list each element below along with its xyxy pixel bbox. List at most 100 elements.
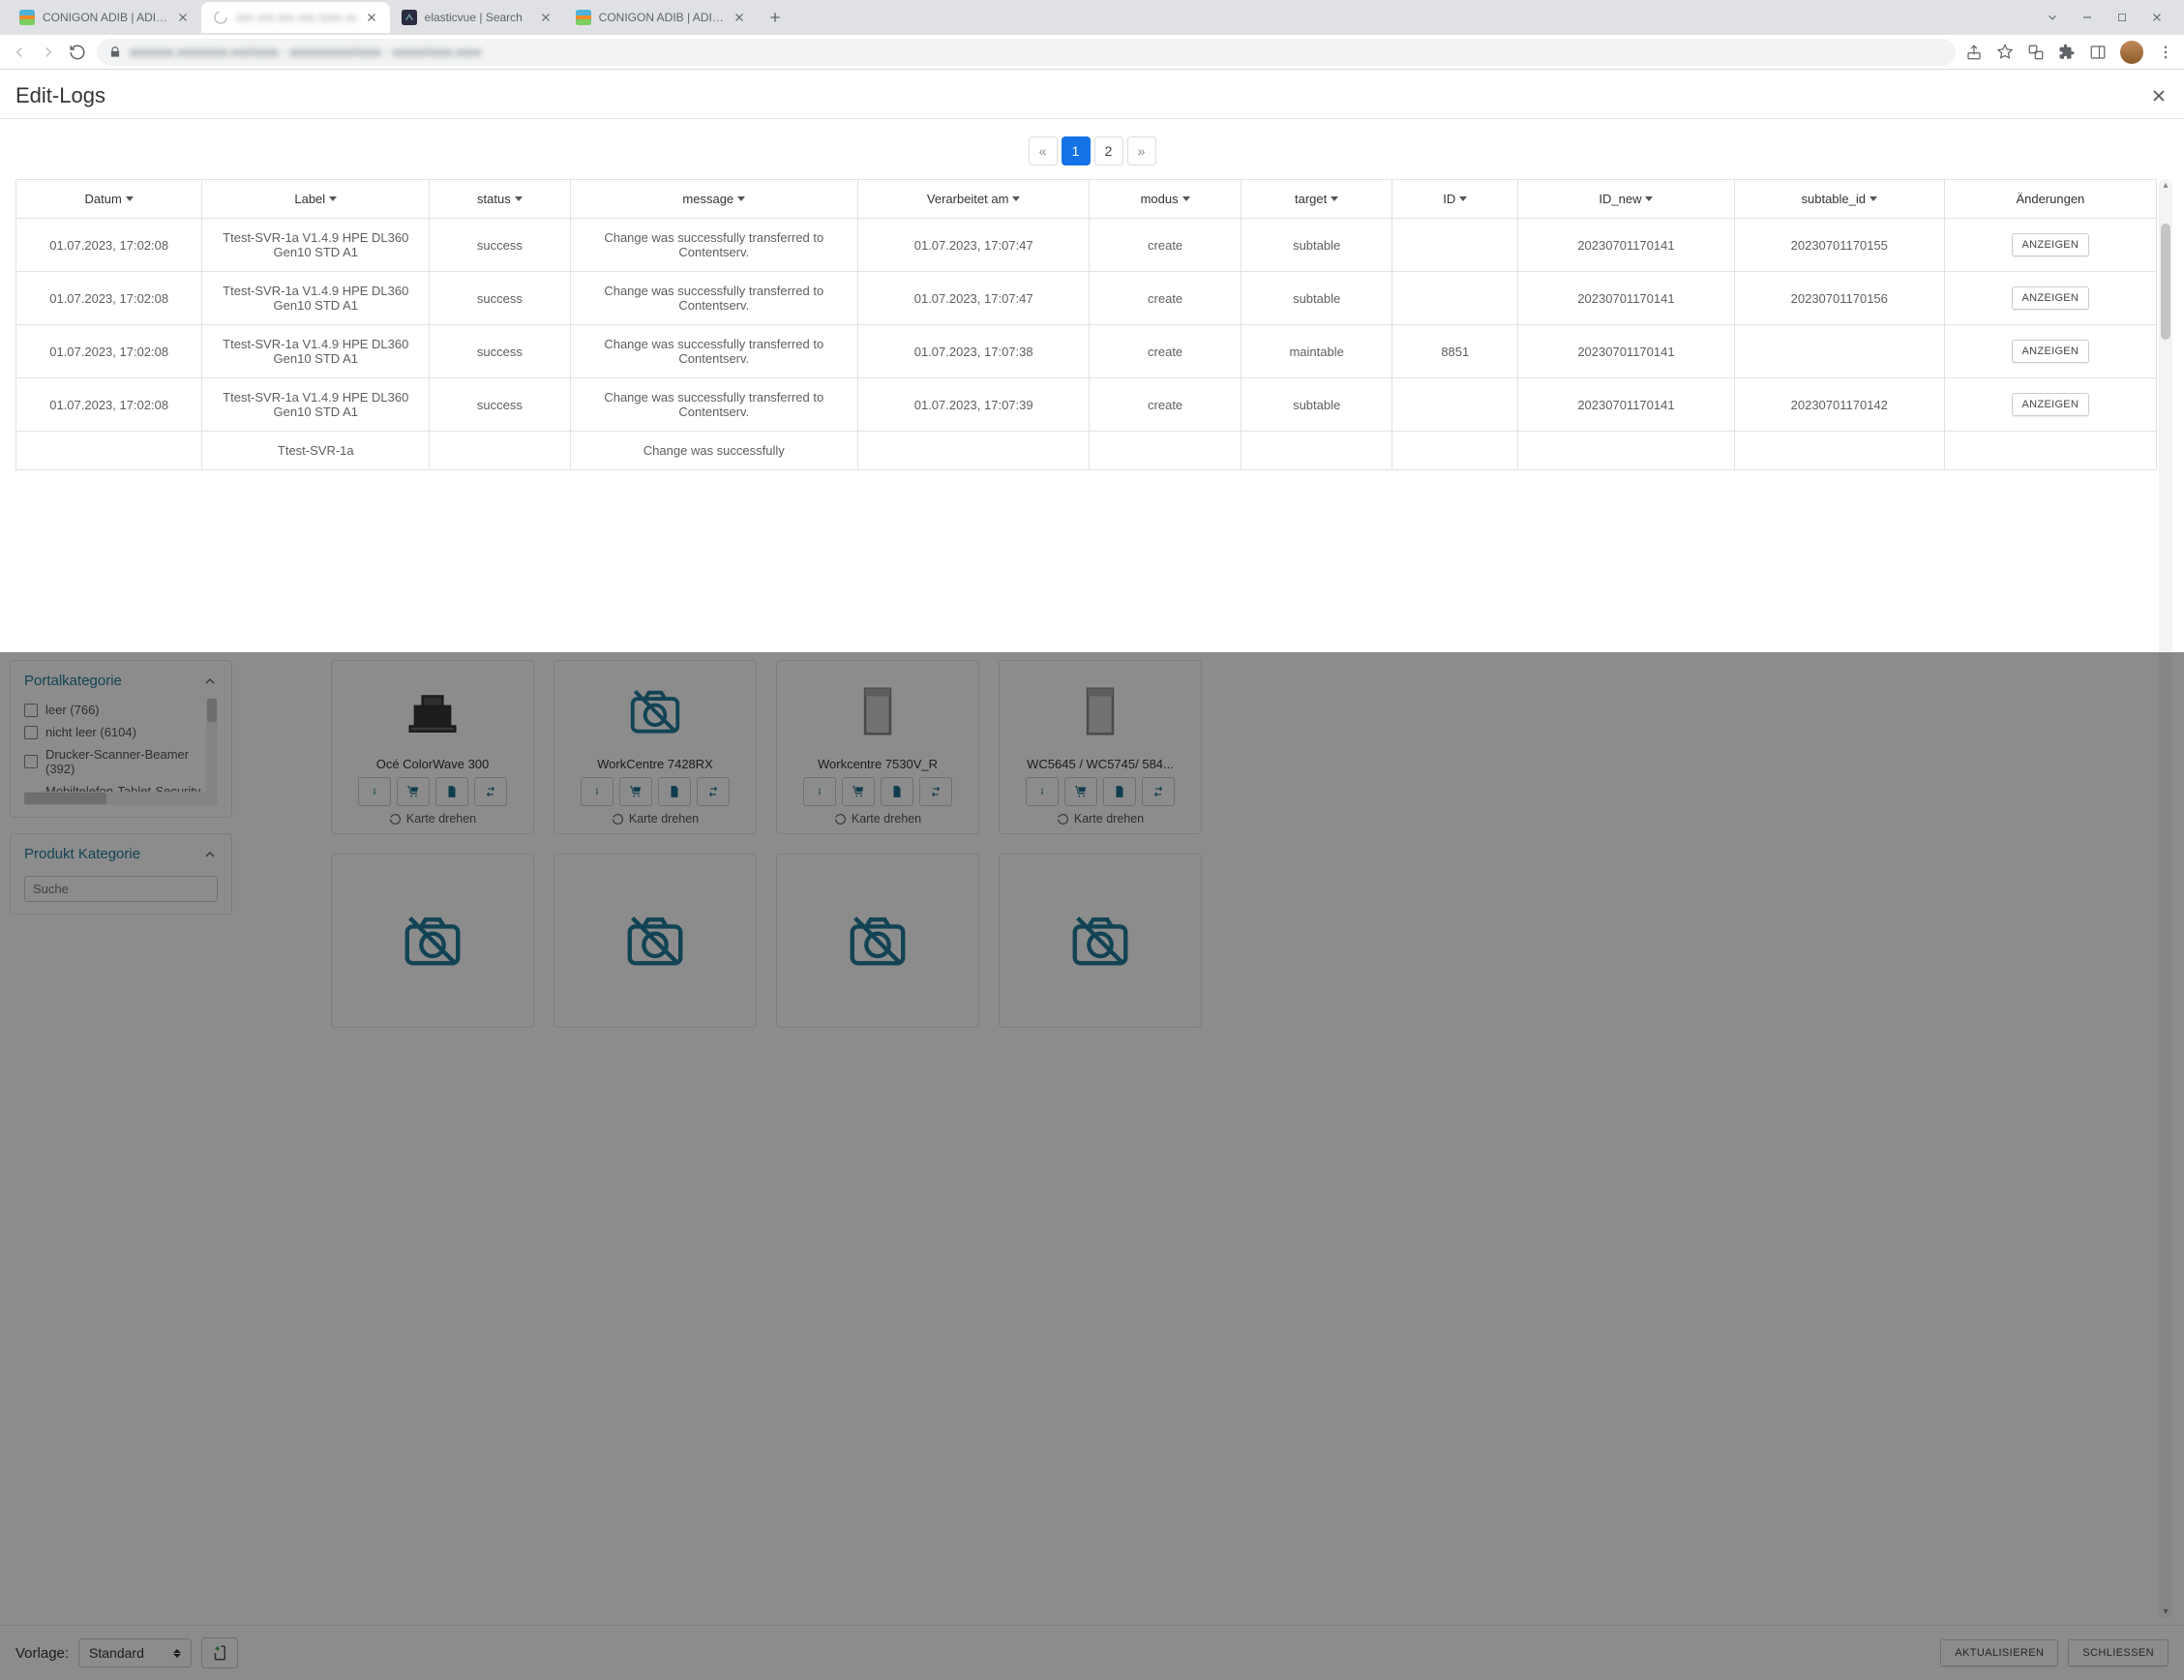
cart-button[interactable] bbox=[842, 777, 875, 806]
compare-button[interactable] bbox=[474, 777, 507, 806]
table-cell bbox=[1392, 378, 1518, 432]
close-icon[interactable] bbox=[2149, 10, 2165, 25]
col-target[interactable]: target bbox=[1295, 192, 1338, 206]
product-card[interactable] bbox=[331, 854, 534, 1028]
compare-button[interactable] bbox=[697, 777, 730, 806]
col-id[interactable]: ID bbox=[1443, 192, 1467, 206]
product-card[interactable]: Océ ColorWave 300Karte drehen bbox=[331, 660, 534, 834]
menu-icon[interactable] bbox=[2157, 44, 2174, 61]
page-next[interactable]: » bbox=[1127, 136, 1156, 165]
facet-item-label: nicht leer (6104) bbox=[45, 725, 136, 739]
close-icon[interactable] bbox=[733, 11, 746, 24]
product-image bbox=[403, 669, 463, 753]
star-icon[interactable] bbox=[1996, 44, 2014, 61]
col-idnew[interactable]: ID_new bbox=[1599, 192, 1653, 206]
col-message[interactable]: message bbox=[682, 192, 745, 206]
page-1[interactable]: 1 bbox=[1062, 136, 1091, 165]
info-button[interactable] bbox=[358, 777, 391, 806]
window-controls bbox=[2045, 10, 2176, 25]
chevron-up-icon[interactable] bbox=[202, 847, 218, 862]
table-header-row: Datum Label status message Verarbeitet a… bbox=[16, 180, 2157, 219]
table-cell: Ttest-SVR-1a V1.4.9 HPE DL360 Gen10 STD … bbox=[202, 378, 430, 432]
table-cell: success bbox=[430, 325, 570, 378]
show-button[interactable]: ANZEIGEN bbox=[2012, 233, 2090, 256]
extensions-icon[interactable] bbox=[2058, 44, 2076, 61]
browser-tab[interactable]: CONIGON ADIB | ADIB Config bbox=[564, 2, 758, 33]
product-card[interactable]: Workcentre 7530V_RKarte drehen bbox=[776, 660, 979, 834]
new-tab-button[interactable] bbox=[762, 4, 789, 31]
url-text: xxxxxxx.xxxxxxxx.xxx/xxxx · xxxxxxxxxx/x… bbox=[130, 45, 481, 59]
col-datum[interactable]: Datum bbox=[85, 192, 134, 206]
facet-scrollbar[interactable] bbox=[206, 699, 218, 792]
facet-item[interactable]: leer (766) bbox=[24, 699, 218, 721]
close-icon[interactable] bbox=[539, 11, 553, 24]
product-card[interactable] bbox=[999, 854, 1202, 1028]
cart-button[interactable] bbox=[619, 777, 652, 806]
forward-button[interactable] bbox=[39, 43, 58, 62]
info-button[interactable] bbox=[803, 777, 836, 806]
col-label[interactable]: Label bbox=[294, 192, 337, 206]
page-prev[interactable]: « bbox=[1029, 136, 1058, 165]
close-icon[interactable] bbox=[2149, 86, 2169, 105]
product-image bbox=[1066, 862, 1134, 1019]
page-2[interactable]: 2 bbox=[1094, 136, 1123, 165]
translate-icon[interactable] bbox=[2027, 44, 2045, 61]
facet-search-input[interactable] bbox=[24, 876, 218, 902]
browser-tab[interactable]: CONIGON ADIB | ADIB Config bbox=[8, 2, 201, 33]
flip-card[interactable]: Karte drehen bbox=[834, 812, 921, 825]
product-card[interactable]: WC5645 / WC5745/ 584...Karte drehen bbox=[999, 660, 1202, 834]
close-icon[interactable] bbox=[176, 11, 190, 24]
col-verarbeitet[interactable]: Verarbeitet am bbox=[927, 192, 1021, 206]
browser-tab-active[interactable]: xxx xxx xxx xxx xxxx xx bbox=[201, 2, 390, 33]
cart-button[interactable] bbox=[1064, 777, 1097, 806]
browser-tab[interactable]: elasticvue | Search bbox=[390, 2, 564, 33]
chevron-up-icon[interactable] bbox=[202, 674, 218, 689]
show-button[interactable]: ANZEIGEN bbox=[2012, 340, 2090, 363]
back-button[interactable] bbox=[10, 43, 29, 62]
checkbox-icon[interactable] bbox=[24, 755, 38, 768]
minimize-icon[interactable] bbox=[2079, 10, 2095, 25]
table-row: 01.07.2023, 17:02:08Ttest-SVR-1a V1.4.9 … bbox=[16, 325, 2157, 378]
table-cell: 01.07.2023, 17:07:39 bbox=[858, 378, 1090, 432]
flip-card[interactable]: Karte drehen bbox=[389, 812, 476, 825]
info-button[interactable] bbox=[581, 777, 613, 806]
table-cell: create bbox=[1090, 219, 1242, 272]
col-status[interactable]: status bbox=[477, 192, 523, 206]
reload-button[interactable] bbox=[68, 43, 87, 62]
checkbox-icon[interactable] bbox=[24, 726, 38, 739]
share-icon[interactable] bbox=[1965, 44, 1983, 61]
scroll-up-icon[interactable]: ▴ bbox=[2159, 179, 2172, 193]
flip-card[interactable]: Karte drehen bbox=[1057, 812, 1144, 825]
url-field[interactable]: xxxxxxx.xxxxxxxx.xxx/xxxx · xxxxxxxxxx/x… bbox=[97, 39, 1956, 66]
document-button[interactable] bbox=[658, 777, 691, 806]
product-card[interactable]: WorkCentre 7428RXKarte drehen bbox=[553, 660, 757, 834]
facet-item[interactable]: Drucker-Scanner-Beamer (392) bbox=[24, 743, 218, 780]
col-modus[interactable]: modus bbox=[1141, 192, 1190, 206]
modal-title: Edit-Logs bbox=[15, 83, 105, 108]
show-button[interactable]: ANZEIGEN bbox=[2012, 286, 2090, 310]
flip-card[interactable]: Karte drehen bbox=[612, 812, 699, 825]
cart-button[interactable] bbox=[397, 777, 430, 806]
close-icon[interactable] bbox=[365, 11, 378, 24]
profile-avatar[interactable] bbox=[2120, 41, 2143, 64]
product-card[interactable] bbox=[776, 854, 979, 1028]
document-button[interactable] bbox=[1103, 777, 1136, 806]
scroll-thumb[interactable] bbox=[2161, 224, 2170, 340]
sidepanel-icon[interactable] bbox=[2089, 44, 2107, 61]
product-card[interactable] bbox=[553, 854, 757, 1028]
lock-icon bbox=[108, 45, 122, 59]
col-subtable[interactable]: subtable_id bbox=[1802, 192, 1878, 206]
checkbox-icon[interactable] bbox=[24, 704, 38, 717]
chevron-down-icon[interactable] bbox=[2045, 10, 2060, 25]
facet-hscrollbar[interactable] bbox=[24, 792, 218, 805]
maximize-icon[interactable] bbox=[2114, 10, 2130, 25]
document-button[interactable] bbox=[435, 777, 468, 806]
compare-button[interactable] bbox=[1142, 777, 1175, 806]
info-button[interactable] bbox=[1026, 777, 1059, 806]
compare-button[interactable] bbox=[919, 777, 952, 806]
table-row: 01.07.2023, 17:02:08Ttest-SVR-1a V1.4.9 … bbox=[16, 378, 2157, 432]
table-cell bbox=[1392, 272, 1518, 325]
show-button[interactable]: ANZEIGEN bbox=[2012, 393, 2090, 416]
facet-item[interactable]: nicht leer (6104) bbox=[24, 721, 218, 743]
document-button[interactable] bbox=[881, 777, 913, 806]
